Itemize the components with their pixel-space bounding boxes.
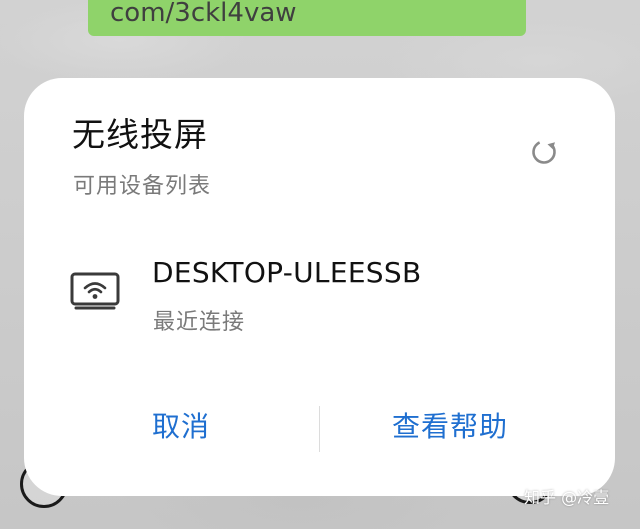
cancel-button[interactable]: 取消: [152, 396, 210, 458]
chat-message-link[interactable]: com/3ckl4vaw: [110, 0, 504, 36]
device-name: DESKTOP-ULEESSB: [152, 256, 422, 289]
dialog-actions: 取消 查看帮助: [24, 396, 615, 458]
wireless-cast-dialog: 无线投屏 可用设备列表 DESKTOP-ULEESSB 最近连接 取消 查看帮助: [24, 78, 615, 496]
device-status: 最近连接: [153, 310, 246, 335]
action-divider: [319, 406, 320, 452]
refresh-icon[interactable]: [530, 138, 558, 166]
view-help-button[interactable]: 查看帮助: [392, 396, 508, 458]
device-item-desktop[interactable]: DESKTOP-ULEESSB 最近连接: [60, 246, 580, 346]
dialog-subtitle: 可用设备列表: [73, 174, 212, 199]
watermark: 知乎 @冷壹: [524, 488, 610, 507]
tv-cast-icon: [70, 272, 120, 310]
chat-message-bubble[interactable]: com/3ckl4vaw: [88, 0, 526, 36]
dialog-title: 无线投屏: [72, 115, 208, 154]
